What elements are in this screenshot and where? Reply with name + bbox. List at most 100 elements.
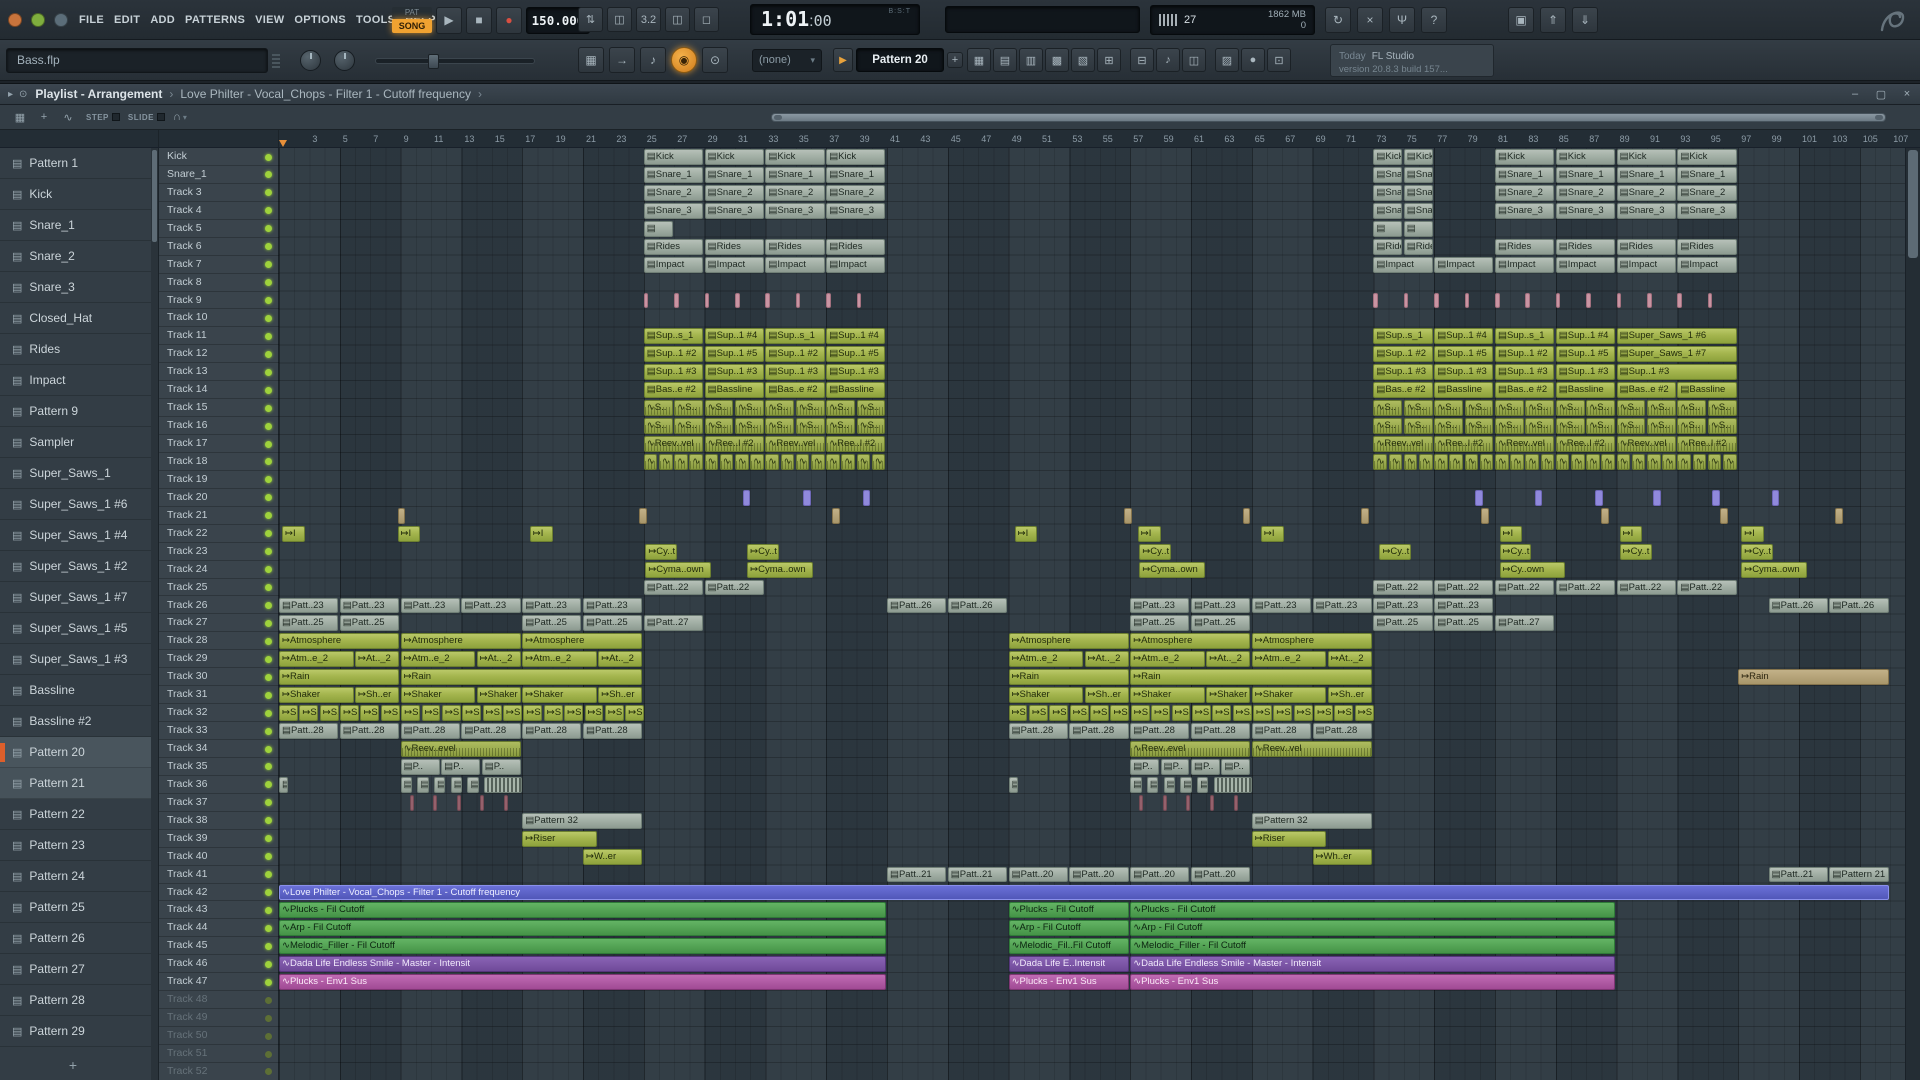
menu-patterns[interactable]: PATTERNS <box>180 10 250 30</box>
clip[interactable] <box>1139 794 1144 811</box>
clip[interactable]: ∿S.. <box>1373 400 1403 417</box>
clip[interactable]: ∿ <box>871 453 886 470</box>
clip[interactable]: ▤Sup..1 #4 <box>826 328 886 345</box>
clip[interactable] <box>1124 507 1132 524</box>
clip[interactable]: ∿ <box>1388 453 1403 470</box>
clip[interactable]: ∿ <box>1647 453 1661 470</box>
clip[interactable]: ▤Snare_2 <box>1373 184 1403 201</box>
clip[interactable] <box>1586 292 1591 309</box>
clip[interactable] <box>1361 507 1369 524</box>
clip[interactable]: ∿S.. <box>1373 418 1403 434</box>
clip[interactable]: ∿S.. <box>1495 400 1524 417</box>
pattern-item-4[interactable]: ▤ Snare_2 <box>0 241 151 272</box>
playlist-grid-button[interactable]: ▦ <box>578 47 604 73</box>
clip[interactable]: ▤Patt..28 <box>1008 723 1068 739</box>
clip[interactable]: ∿Reev..vel <box>643 436 704 452</box>
clip[interactable]: ▤ <box>1130 776 1142 793</box>
track-led-icon[interactable] <box>265 1050 272 1058</box>
clip[interactable]: ▤ <box>1180 776 1192 793</box>
clip[interactable]: ↦Cyma..own <box>645 561 711 578</box>
clip[interactable]: ▤Kick <box>1677 149 1737 165</box>
playlist-options-icon[interactable]: ▦ <box>10 108 30 126</box>
project-title-field[interactable]: Bass.flp <box>6 48 268 73</box>
clip[interactable] <box>1719 507 1728 524</box>
clip[interactable]: ▤Rides <box>826 238 886 255</box>
clip[interactable]: ↦Atmosphere <box>1251 633 1372 650</box>
clip[interactable]: ∿Reev..evel <box>400 741 521 757</box>
pattern-item-13[interactable]: ▤ Super_Saws_1 #4 <box>0 520 151 551</box>
clip[interactable]: ▤Patt..28 <box>522 723 582 739</box>
pattern-item-9[interactable]: ▤ Pattern 9 <box>0 396 151 427</box>
add-pattern-plus-button[interactable]: + <box>62 1058 84 1075</box>
pattern-item-15[interactable]: ▤ Super_Saws_1 #7 <box>0 582 151 613</box>
clip[interactable]: ↦S.. <box>1212 705 1232 722</box>
window-dot-3[interactable] <box>54 13 68 27</box>
clip[interactable]: ▤Impact <box>1677 256 1737 273</box>
track-led-icon[interactable] <box>265 350 272 358</box>
clip[interactable]: ∿ <box>780 453 795 470</box>
clip[interactable]: ∿S.. <box>826 418 856 434</box>
clip[interactable]: ▤Bas..e #2 <box>765 382 825 399</box>
clip[interactable]: ▤P.. <box>1130 758 1160 775</box>
clip[interactable]: ▤Snare_2 <box>1616 184 1676 201</box>
clip[interactable]: ▤Patt..27 <box>1495 615 1555 632</box>
pattern-item-1[interactable]: ▤ Pattern 1 <box>0 148 151 179</box>
clip[interactable]: ∿Ree..l #2 <box>1677 436 1737 452</box>
clip[interactable]: ▤ <box>279 776 289 793</box>
track-row-19[interactable]: Track 19 <box>159 471 279 489</box>
clip[interactable]: ∿ <box>1403 453 1418 470</box>
clip[interactable]: ∿ <box>856 453 871 470</box>
clip[interactable]: ∿S.. <box>1555 400 1585 417</box>
track-led-icon[interactable] <box>265 673 272 681</box>
position-display[interactable] <box>945 6 1140 33</box>
clip[interactable] <box>1403 292 1409 309</box>
clip[interactable]: ↦Riser <box>522 830 597 847</box>
clip[interactable]: ∿S.. <box>1616 400 1646 417</box>
clip[interactable]: ▤ <box>1008 776 1018 793</box>
track-led-icon[interactable] <box>265 494 272 502</box>
pattern-item-3[interactable]: ▤ Snare_1 <box>0 210 151 241</box>
clip[interactable]: ▤Rides <box>765 238 825 255</box>
pattern-item-23[interactable]: ▤ Pattern 23 <box>0 830 151 861</box>
clip[interactable]: ▤Patt..25 <box>339 615 400 632</box>
clip[interactable]: ∿ <box>795 453 810 470</box>
shuffle-slider[interactable] <box>375 54 535 69</box>
clip[interactable] <box>826 292 831 309</box>
clip[interactable]: ▤Bas..e #2 <box>643 382 704 399</box>
clip[interactable]: ↦Shaker <box>522 687 597 704</box>
toggle-tempo-tap[interactable]: ◫ <box>1182 48 1206 72</box>
track-led-icon[interactable] <box>265 889 272 897</box>
clip[interactable]: ∿ <box>674 453 688 470</box>
clip[interactable]: ▤Snare_2 <box>1677 184 1737 201</box>
clip[interactable]: ▤ <box>417 776 429 793</box>
clip[interactable]: ↦Wh..er <box>1312 848 1372 865</box>
track-row-50[interactable]: Track 50 <box>159 1027 279 1045</box>
track-row-30[interactable]: Track 30 <box>159 668 279 687</box>
track-row-42[interactable]: Track 42 <box>159 884 279 902</box>
clip[interactable]: ▤Patt..22 <box>1616 579 1676 596</box>
master-pitch-knob[interactable] <box>300 50 321 71</box>
pattern-item-2[interactable]: ▤ Kick <box>0 179 151 210</box>
clip[interactable]: ↦S.. <box>1273 705 1293 722</box>
step-checkbox[interactable] <box>111 113 120 121</box>
track-row-11[interactable]: Track 11 <box>159 327 279 346</box>
clip[interactable]: ▤Snare_1 <box>1373 166 1403 183</box>
clip[interactable]: ▤Patt..28 <box>1130 723 1190 739</box>
track-led-icon[interactable] <box>265 835 272 843</box>
clip[interactable]: ↦Sh..er <box>598 687 643 704</box>
clip[interactable]: ▤Patt..25 <box>1130 615 1190 632</box>
clip[interactable]: ∿Reev..vel <box>1251 741 1372 757</box>
clip[interactable]: ∿S.. <box>1403 400 1433 417</box>
clip[interactable]: ▤Patt..28 <box>1191 723 1251 739</box>
clip[interactable]: ↦Riser <box>1251 830 1327 847</box>
clip[interactable]: ▤Rides <box>704 238 764 255</box>
clip[interactable]: ∿ <box>1616 453 1631 470</box>
clip[interactable]: ∿Arp - Fil Cutoff <box>1130 920 1616 937</box>
track-led-icon[interactable] <box>265 476 272 484</box>
track-led-icon[interactable] <box>265 942 272 950</box>
menu-view[interactable]: VIEW <box>250 10 289 30</box>
metronome-icon[interactable]: ◫ <box>607 7 632 32</box>
pattern-item-8[interactable]: ▤ Impact <box>0 365 151 396</box>
clip[interactable]: ∿Reev..vel <box>1616 436 1676 452</box>
pattern-item-5[interactable]: ▤ Snare_3 <box>0 272 151 303</box>
